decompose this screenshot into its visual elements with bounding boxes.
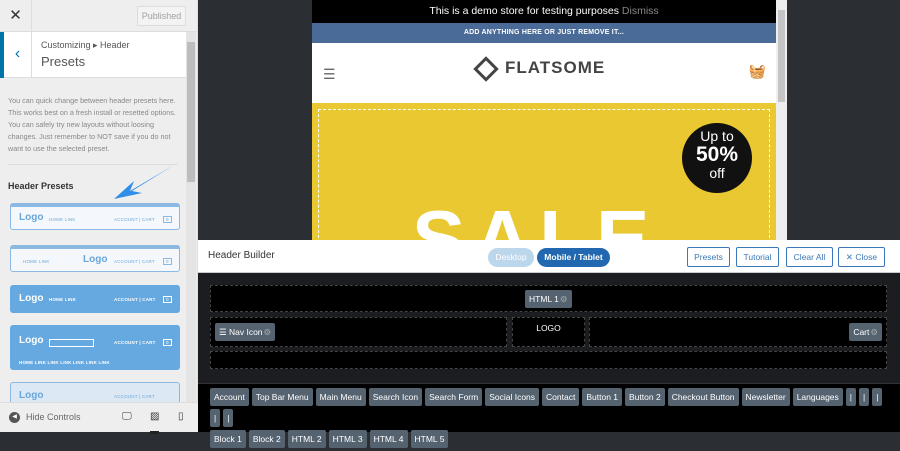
builder-title: Header Builder: [208, 250, 275, 261]
search-field-preview: [49, 339, 94, 347]
dismiss-link[interactable]: Dismiss: [622, 5, 659, 17]
demo-notice: This is a demo store for testing purpose…: [312, 0, 776, 23]
customizer-panel: ✕ Published ‹ Customizing ▸ Header Prese…: [0, 0, 198, 434]
close-icon[interactable]: ✕: [0, 0, 32, 32]
description: You can quick change between header pres…: [8, 96, 176, 153]
palette-element[interactable]: |: [210, 409, 221, 427]
preset-2[interactable]: HOME LINK Logo ACCOUNT | CART 0: [10, 245, 180, 272]
site-preview: This is a demo store for testing purpose…: [312, 0, 776, 240]
palette-element[interactable]: Search Form: [425, 388, 483, 406]
desktop-toggle[interactable]: Desktop: [488, 248, 534, 267]
hero-banner: Up to 50% off SALE: [312, 103, 776, 240]
collapse-icon: ◀: [9, 412, 20, 424]
elements-palette: Account Top Bar Menu Main Menu Search Icon S…: [198, 383, 900, 448]
customizer-topbar: ✕ Published: [0, 0, 198, 32]
element-cart[interactable]: Cart⚙: [849, 323, 882, 341]
palette-element[interactable]: HTML 5: [410, 430, 449, 448]
page-title: Presets: [41, 54, 86, 69]
top-bar-promo: ADD ANYTHING HERE OR JUST REMOVE IT...: [312, 23, 776, 43]
preset-4[interactable]: Logo ACCOUNT | CART 0 HOME LINK LINK LIN…: [10, 325, 180, 370]
mobile-tablet-toggle[interactable]: Mobile / Tablet: [537, 248, 610, 267]
close-button[interactable]: ✕ Close: [838, 247, 885, 267]
palette-element[interactable]: Contact: [542, 388, 580, 406]
palette-element[interactable]: |: [872, 388, 883, 406]
preset-3[interactable]: Logo HOME LINK ACCOUNT | CART 0: [10, 285, 180, 313]
main-right-dropzone[interactable]: Cart⚙: [589, 317, 887, 347]
tutorial-button[interactable]: Tutorial: [736, 247, 779, 267]
palette-element[interactable]: |: [845, 388, 856, 406]
basket-icon[interactable]: 🧺: [749, 63, 766, 80]
site-logo[interactable]: FLATSOME: [473, 55, 605, 82]
palette-element[interactable]: Main Menu: [315, 388, 366, 406]
palette-element[interactable]: Block 1: [210, 430, 246, 448]
preview-scrollbar[interactable]: [776, 0, 787, 240]
palette-element[interactable]: HTML 2: [287, 430, 326, 448]
bottom-row-dropzone[interactable]: [210, 351, 887, 369]
preset-5[interactable]: Logo ACCOUNT | CART: [10, 382, 180, 404]
element-html-1[interactable]: HTML 1⚙: [525, 290, 572, 308]
palette-element[interactable]: |: [223, 409, 234, 427]
discount-badge: Up to 50% off: [682, 123, 752, 193]
hero-text: SALE: [412, 194, 658, 240]
palette-element[interactable]: |: [859, 388, 870, 406]
tablet-preview-icon[interactable]: ▨: [150, 411, 160, 434]
logo-dropzone[interactable]: LOGO: [512, 317, 585, 347]
gear-icon: ⚙: [263, 327, 272, 337]
top-row-dropzone[interactable]: HTML 1⚙: [210, 285, 887, 312]
palette-element[interactable]: Button 2: [625, 388, 665, 406]
element-nav-icon[interactable]: ☰ Nav Icon⚙: [215, 323, 276, 341]
header-builder: Header Builder Desktop Mobile / Tablet P…: [198, 240, 900, 448]
hide-controls-button[interactable]: ◀ Hide Controls: [9, 412, 81, 424]
gear-icon: ⚙: [559, 294, 568, 304]
back-chevron-icon[interactable]: ‹: [0, 32, 32, 78]
palette-element[interactable]: Newsletter: [741, 388, 790, 406]
footer-bar: ◀ Hide Controls 🖵 ▨ ▯: [0, 402, 198, 434]
menu-icon[interactable]: ☰: [323, 66, 336, 83]
palette-element[interactable]: Top Bar Menu: [251, 388, 313, 406]
section-title: ‹ Customizing ▸ Header Presets: [0, 32, 186, 78]
desktop-preview-icon[interactable]: 🖵: [122, 411, 132, 422]
site-header: ☰ FLATSOME 🧺: [312, 43, 776, 103]
palette-element[interactable]: HTML 4: [369, 430, 408, 448]
gear-icon: ⚙: [870, 327, 878, 337]
palette-element[interactable]: Search Icon: [368, 388, 423, 406]
palette-element[interactable]: Button 1: [582, 388, 623, 406]
clear-all-button[interactable]: Clear All: [786, 247, 833, 267]
preset-1[interactable]: Logo HOME LINK ACCOUNT | CART 0: [10, 203, 180, 230]
presets-button[interactable]: Presets: [687, 247, 730, 267]
palette-element[interactable]: Block 2: [248, 430, 285, 448]
mobile-preview-icon[interactable]: ▯: [178, 411, 184, 422]
palette-element[interactable]: Checkout Button: [667, 388, 739, 406]
palette-element[interactable]: Languages: [792, 388, 843, 406]
palette-element[interactable]: Account: [210, 388, 249, 406]
panel-scrollbar[interactable]: [186, 32, 196, 402]
section-heading: Header Presets: [8, 181, 74, 191]
published-button[interactable]: Published: [137, 6, 186, 26]
palette-element[interactable]: Social Icons: [485, 388, 540, 406]
arrow-annotation-icon: [114, 165, 174, 199]
main-left-dropzone[interactable]: ☰ Nav Icon⚙: [210, 317, 507, 347]
breadcrumb: Customizing ▸ Header: [41, 40, 130, 50]
palette-element[interactable]: HTML 3: [328, 430, 367, 448]
